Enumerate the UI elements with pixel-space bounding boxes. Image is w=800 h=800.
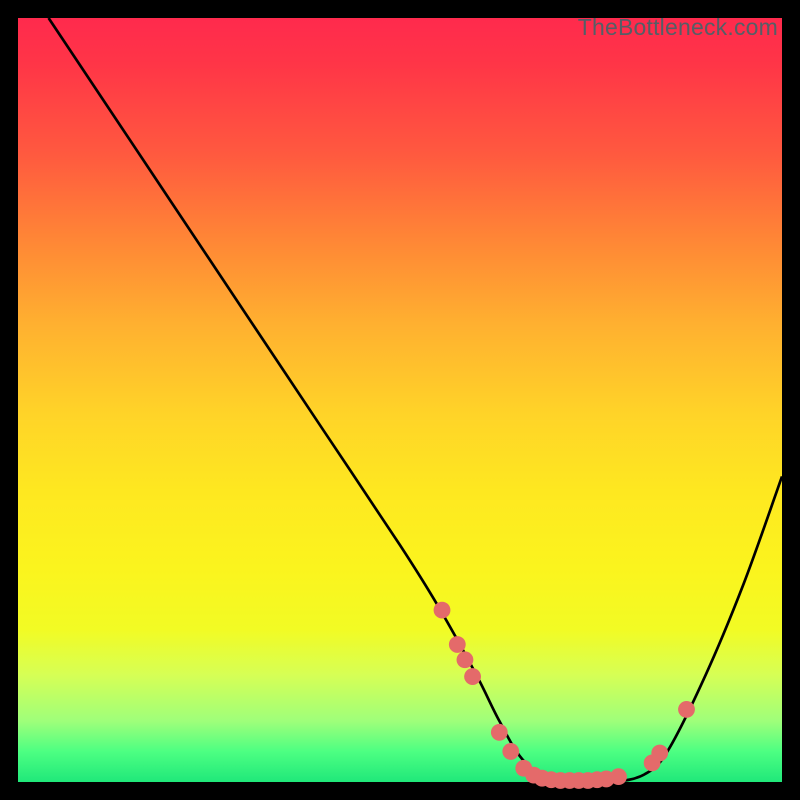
data-marker <box>434 602 451 619</box>
data-marker <box>457 651 474 668</box>
data-marker <box>464 668 481 685</box>
data-marker <box>678 701 695 718</box>
data-marker <box>651 745 668 762</box>
data-marker <box>502 743 519 760</box>
data-marker <box>610 768 627 785</box>
data-markers <box>434 602 695 789</box>
data-marker <box>491 724 508 741</box>
chart-container: TheBottleneck.com <box>0 0 800 800</box>
chart-svg-layer <box>18 18 782 782</box>
data-marker <box>449 636 466 653</box>
bottleneck-curve <box>49 18 782 784</box>
watermark-text: TheBottleneck.com <box>578 14 778 41</box>
